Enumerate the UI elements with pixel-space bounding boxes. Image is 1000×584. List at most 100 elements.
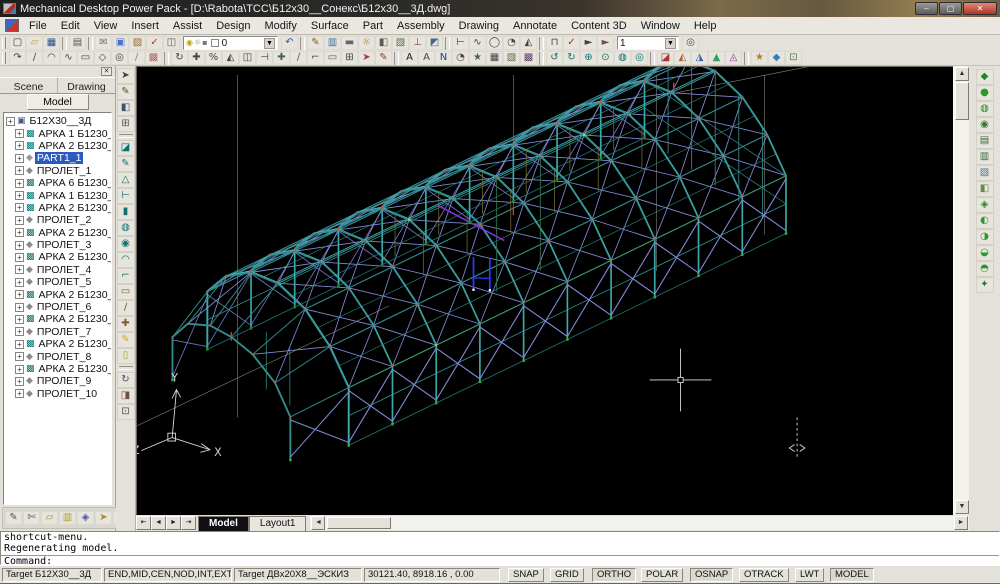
orbit-button[interactable]: ◎ bbox=[631, 51, 648, 65]
tree-expander[interactable]: + bbox=[15, 377, 24, 386]
toolbody-button[interactable]: ★ bbox=[751, 51, 768, 65]
work-point-button[interactable]: ✚ bbox=[117, 316, 135, 332]
circle-fill-button[interactable]: ◔ bbox=[503, 36, 520, 50]
hatch-button[interactable]: ▩ bbox=[145, 51, 162, 65]
assemble-constraint-button[interactable]: ◈ bbox=[976, 197, 994, 213]
menu-modify[interactable]: Modify bbox=[257, 18, 303, 34]
toggle-lwt[interactable]: LWT bbox=[795, 568, 824, 582]
close-button[interactable]: ✕ bbox=[963, 2, 997, 15]
tree-item[interactable]: +▩АРКА 1 Б1230_1 bbox=[14, 127, 111, 139]
tree-expander[interactable]: + bbox=[15, 203, 24, 212]
vscroll-down-button[interactable]: ▼ bbox=[955, 500, 969, 514]
table-button[interactable]: ▦ bbox=[486, 51, 503, 65]
edit-text-button[interactable]: N bbox=[435, 51, 452, 65]
zoom-dynamic-button[interactable]: ★ bbox=[469, 51, 486, 65]
browser-filter-button[interactable]: ➤ bbox=[95, 511, 112, 525]
feature-hole-button[interactable]: ◉ bbox=[117, 236, 135, 252]
mass-properties-button[interactable]: ◨ bbox=[117, 388, 135, 404]
panel-close-button[interactable]: ✕ bbox=[101, 67, 112, 76]
wireframe-model[interactable]: YXZ bbox=[137, 67, 954, 516]
feature-revolve-button[interactable]: ◍ bbox=[117, 220, 135, 236]
scene-new-button[interactable]: ◆ bbox=[976, 69, 994, 85]
tree-item[interactable]: +▩АРКА 2 Б1230_7 bbox=[14, 313, 111, 325]
sketch-profile-button[interactable]: ✎ bbox=[117, 156, 135, 172]
snap-check-button[interactable]: ✓ bbox=[563, 36, 580, 50]
ucs-dialog-button[interactable]: ◩ bbox=[426, 36, 443, 50]
arc-button[interactable]: ◠ bbox=[43, 51, 60, 65]
toggle-snap[interactable]: SNAP bbox=[508, 568, 544, 582]
hscroll-left-button[interactable]: ◄ bbox=[311, 516, 325, 530]
loft-button[interactable]: ◬ bbox=[725, 51, 742, 65]
power-dimension-button[interactable]: ⊢ bbox=[452, 36, 469, 50]
tree-expander[interactable]: + bbox=[15, 265, 24, 274]
named-views-button[interactable]: ◎ bbox=[682, 36, 699, 50]
tree-item[interactable]: +◆ПРОЛЕТ_10 bbox=[14, 388, 111, 400]
tree-item[interactable]: +◆ПРОЛЕТ_9 bbox=[14, 375, 111, 387]
toggle-polar[interactable]: POLAR bbox=[641, 568, 683, 582]
tree-item[interactable]: +▩АРКА 2 Б1230_9 bbox=[14, 363, 111, 375]
browser-options-button[interactable]: ◈ bbox=[77, 511, 94, 525]
menu-insert[interactable]: Insert bbox=[124, 18, 166, 34]
rectangle-button[interactable]: ▭ bbox=[77, 51, 94, 65]
toggle-otrack[interactable]: OTRACK bbox=[739, 568, 789, 582]
menu-window[interactable]: Window bbox=[634, 18, 687, 34]
tab-model[interactable]: Model bbox=[27, 94, 89, 110]
toggle-model[interactable]: MODEL bbox=[830, 568, 874, 582]
tree-item[interactable]: +▩АРКА 2 Б1230_1 bbox=[14, 140, 111, 152]
power-edit-button[interactable]: ∿ bbox=[469, 36, 486, 50]
ucs-world-button[interactable]: ↺ bbox=[546, 51, 563, 65]
work-plane-button[interactable]: ▭ bbox=[117, 284, 135, 300]
insert-block-button[interactable]: ▧ bbox=[392, 36, 409, 50]
select-tool-button[interactable]: ➤ bbox=[117, 68, 135, 84]
tree-item[interactable]: +◆ПРОЛЕТ_4 bbox=[14, 264, 111, 276]
layer-combo[interactable]: ◉☼▪ 0 ▼ bbox=[183, 36, 278, 50]
stretch-button[interactable]: ◫ bbox=[239, 51, 256, 65]
tree-item[interactable]: +▩АРКА 2 Б1230_6 bbox=[14, 288, 111, 300]
revolve-button[interactable]: ◮ bbox=[691, 51, 708, 65]
new-sketch-button[interactable]: ◪ bbox=[117, 140, 135, 156]
match-properties-button[interactable]: ☼ bbox=[358, 36, 375, 50]
edit-sketch-button[interactable]: ✎ bbox=[375, 51, 392, 65]
ole-object-button[interactable]: ▩ bbox=[520, 51, 537, 65]
feature-extrude-button[interactable]: ▮ bbox=[117, 204, 135, 220]
minimize-button[interactable]: – bbox=[915, 2, 938, 15]
tree-expander[interactable]: + bbox=[15, 352, 24, 361]
tree-item[interactable]: +▣Б12X30__3Д bbox=[5, 115, 111, 127]
angle-constraint-button[interactable]: ◑ bbox=[976, 229, 994, 245]
delete-feature-button[interactable]: ▯ bbox=[117, 348, 135, 364]
spline-button[interactable]: ∿ bbox=[60, 51, 77, 65]
move-button[interactable]: ✚ bbox=[188, 51, 205, 65]
node-snap-button[interactable]: ⊥ bbox=[409, 36, 426, 50]
document-icon[interactable] bbox=[5, 19, 19, 32]
snap-next-button[interactable]: ► bbox=[580, 36, 597, 50]
explode-factor-button[interactable]: ✦ bbox=[976, 277, 994, 293]
copy-object-button[interactable]: ▣ bbox=[112, 36, 129, 50]
tree-item[interactable]: +▩АРКА 2 Б1230_8 bbox=[14, 338, 111, 350]
annotation-view-button[interactable]: ◧ bbox=[976, 181, 994, 197]
tree-expander[interactable]: + bbox=[15, 216, 24, 225]
layer-combo-dropdown-icon[interactable]: ▼ bbox=[264, 38, 275, 49]
spell-check-button[interactable]: ✓ bbox=[146, 36, 163, 50]
tree-expander[interactable]: + bbox=[15, 315, 24, 324]
menu-file[interactable]: File bbox=[22, 18, 54, 34]
menu-content-3d[interactable]: Content 3D bbox=[564, 18, 634, 34]
mirror-button[interactable]: ◭ bbox=[222, 51, 239, 65]
tree-expander[interactable]: + bbox=[15, 340, 24, 349]
tree-expander[interactable]: + bbox=[15, 191, 24, 200]
ucs-zaxis-button[interactable]: ⊙ bbox=[597, 51, 614, 65]
tree-expander[interactable]: + bbox=[15, 241, 24, 250]
break-button[interactable]: ∕ bbox=[290, 51, 307, 65]
menu-assist[interactable]: Assist bbox=[166, 18, 209, 34]
part-options-button[interactable]: ⊡ bbox=[117, 404, 135, 420]
last-sheet-button[interactable]: ⇥ bbox=[181, 516, 196, 530]
tree-item[interactable]: +◆ПРОЛЕТ_5 bbox=[14, 276, 111, 288]
draw-flyout-button[interactable]: ✎ bbox=[117, 84, 135, 100]
command-window[interactable]: shortcut-menu. Regenerating model. Comma… bbox=[0, 531, 1000, 565]
menu-part[interactable]: Part bbox=[356, 18, 390, 34]
sketch-dimension-button[interactable]: ⊢ bbox=[117, 188, 135, 204]
trail-create-button[interactable]: ◍ bbox=[976, 101, 994, 117]
tree-item[interactable]: +◆PART1_1 bbox=[14, 152, 111, 164]
layer-manager-button[interactable]: ▥ bbox=[324, 36, 341, 50]
new-file-button[interactable]: ▢ bbox=[9, 36, 26, 50]
tree-expander[interactable]: + bbox=[15, 228, 24, 237]
